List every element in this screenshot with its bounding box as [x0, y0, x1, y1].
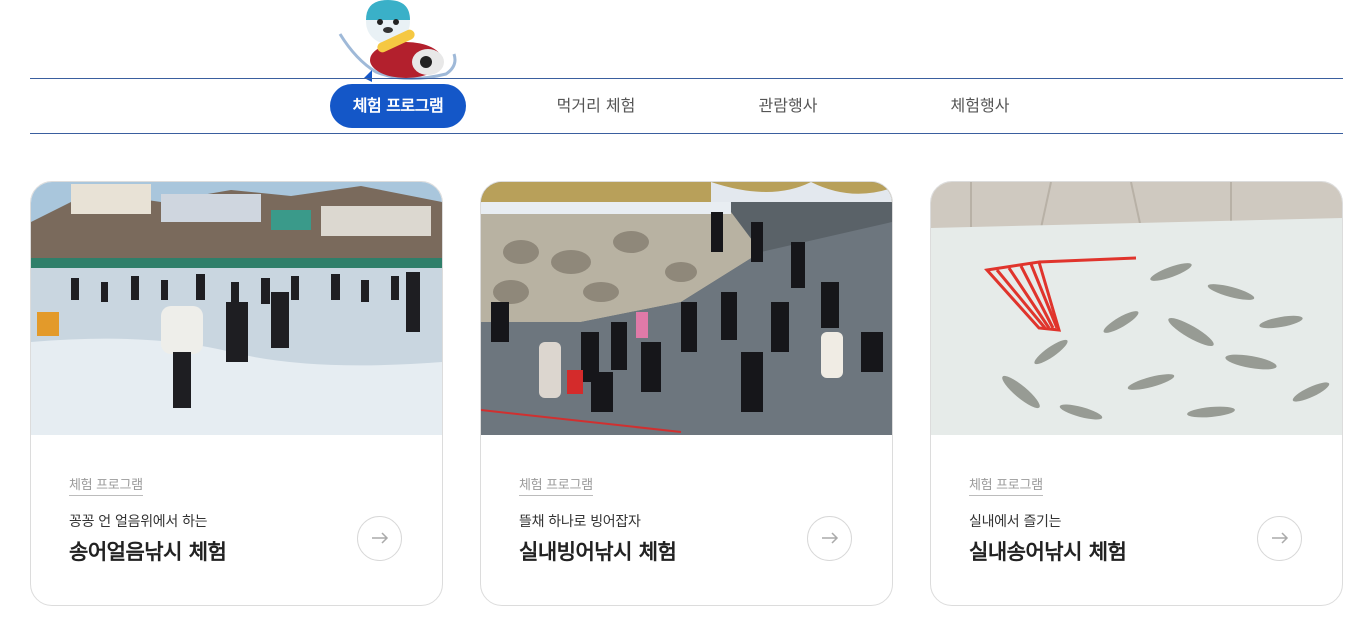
card-subtitle: 실내에서 즐기는	[969, 514, 1062, 530]
arrow-right-icon	[821, 529, 839, 548]
card-category: 체험 프로그램	[969, 474, 1043, 496]
card-title: 송어얼음낚시 체험	[69, 540, 227, 564]
ice-fishing-photo	[31, 182, 442, 435]
program-tabs: 체험 프로그램 먹거리 체험 관람행사 체험행사	[0, 84, 1371, 128]
arrow-right-icon	[1271, 529, 1289, 548]
card-arrow-button[interactable]	[357, 516, 402, 561]
tab-experience-program[interactable]: 체험 프로그램	[330, 84, 466, 128]
program-card[interactable]: 체험 프로그램 실내에서 즐기는 실내송어낚시 체험	[930, 181, 1343, 606]
tab-rule-bottom	[30, 133, 1343, 134]
card-arrow-button[interactable]	[807, 516, 852, 561]
card-subtitle: 뜰채 하나로 빙어잡자	[519, 514, 641, 530]
program-card[interactable]: 체험 프로그램 꽁꽁 언 얼음위에서 하는 송어얼음낚시 체험	[30, 181, 443, 606]
card-category: 체험 프로그램	[519, 474, 593, 496]
seal-mascot-on-sled-icon	[336, 0, 460, 82]
program-card[interactable]: 체험 프로그램 뜰채 하나로 빙어잡자 실내빙어낚시 체험	[480, 181, 893, 606]
tab-viewing-events[interactable]: 관람행사	[720, 84, 856, 128]
card-title: 실내빙어낚시 체험	[519, 540, 677, 564]
card-subtitle: 꽁꽁 언 얼음위에서 하는	[69, 514, 208, 530]
tab-rule-top	[30, 78, 1343, 79]
smelt-fishing-photo	[481, 182, 892, 435]
arrow-right-icon	[371, 529, 389, 548]
tab-experience-events[interactable]: 체험행사	[912, 84, 1048, 128]
card-category: 체험 프로그램	[69, 474, 143, 496]
tab-food-experience[interactable]: 먹거리 체험	[528, 84, 664, 128]
program-card-list: 체험 프로그램 꽁꽁 언 얼음위에서 하는 송어얼음낚시 체험 체험 프로그램 …	[30, 181, 1343, 606]
card-arrow-button[interactable]	[1257, 516, 1302, 561]
card-title: 실내송어낚시 체험	[969, 540, 1127, 564]
indoor-trout-pool-photo	[931, 182, 1342, 435]
